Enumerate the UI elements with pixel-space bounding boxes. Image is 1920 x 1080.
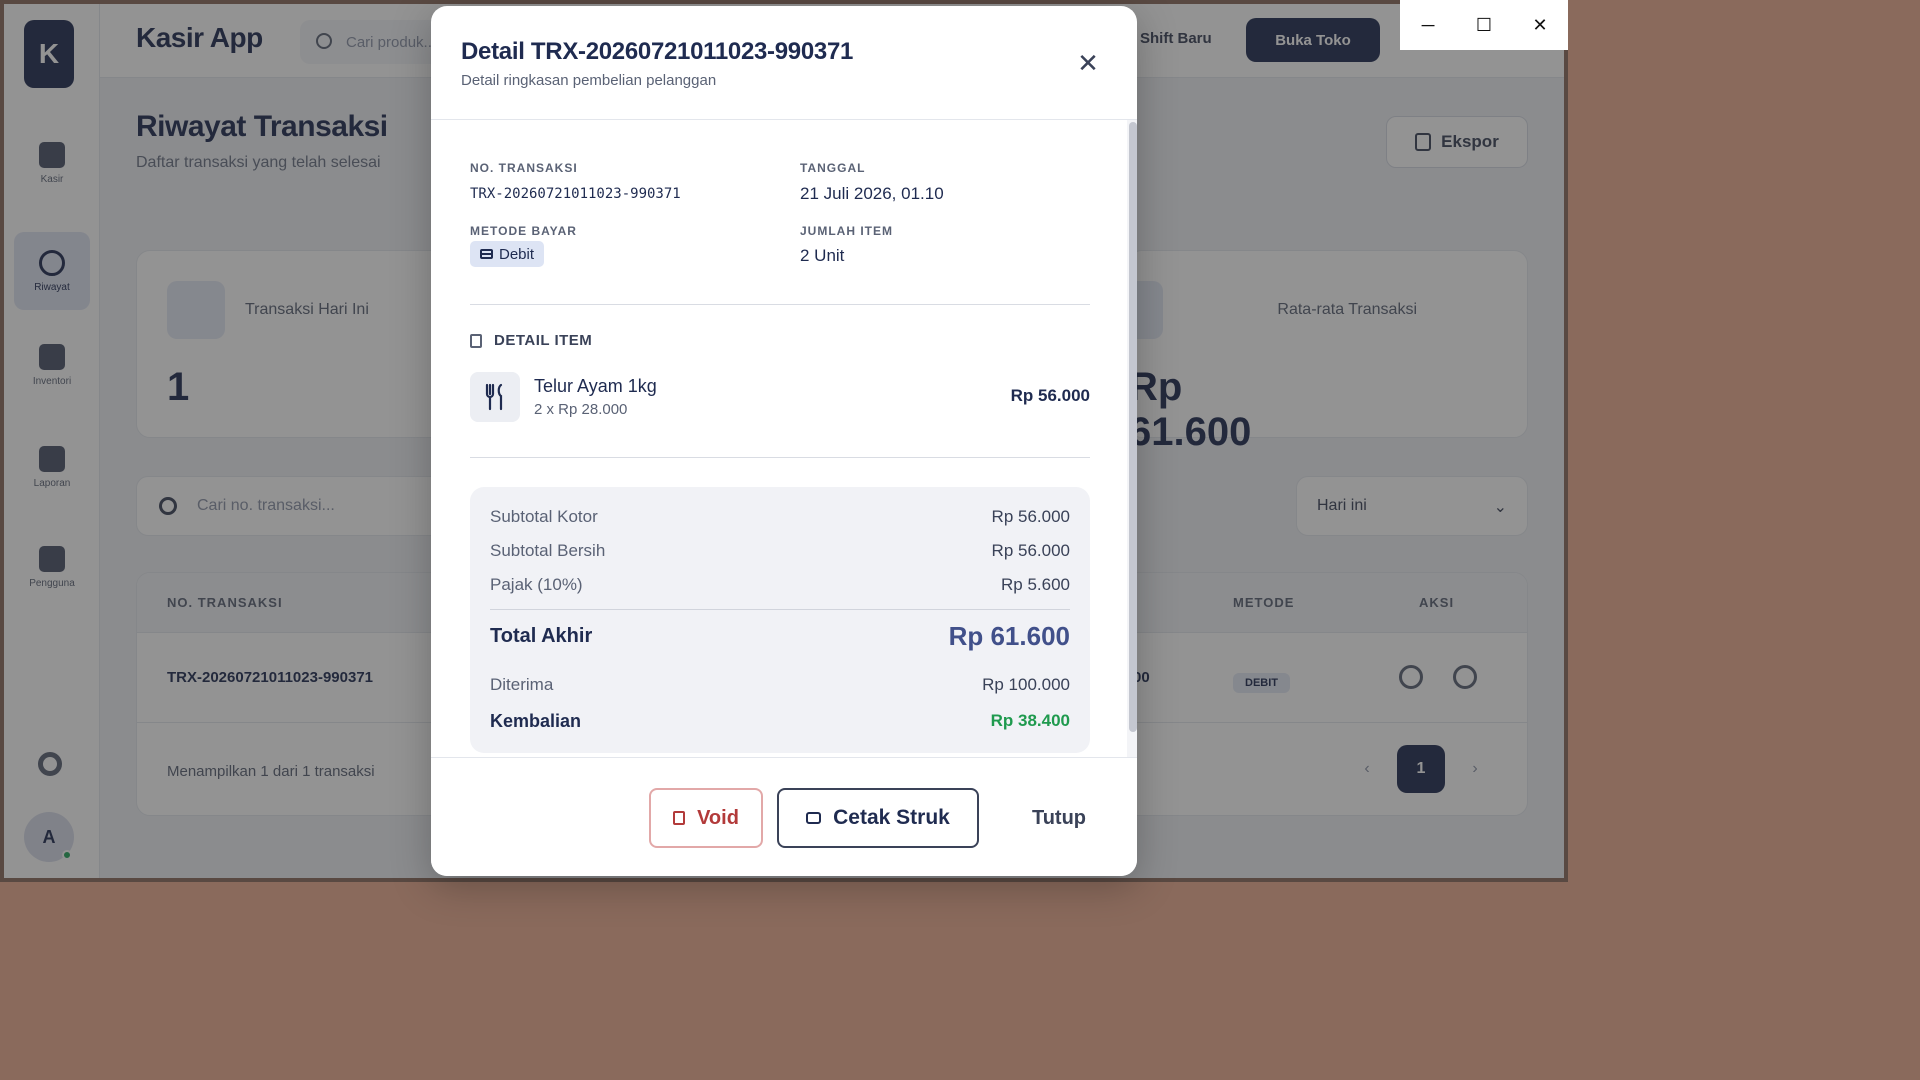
utensils-icon bbox=[470, 372, 520, 422]
total-label: Total Akhir bbox=[490, 625, 593, 647]
tax-row: Pajak (10%) Rp 5.600 bbox=[490, 575, 1070, 599]
net-subtotal-label: Subtotal Bersih bbox=[490, 541, 606, 560]
print-receipt-button[interactable]: Cetak Struk bbox=[777, 788, 979, 848]
modal-header: Detail TRX-20260721011023-990371 Detail … bbox=[431, 6, 1137, 120]
net-subtotal-value: Rp 56.000 bbox=[991, 541, 1070, 560]
transaction-no-value: TRX-20260721011023-990371 bbox=[470, 186, 681, 202]
close-button[interactable]: Tutup bbox=[1007, 788, 1111, 848]
item-count-label: JUMLAH ITEM bbox=[800, 224, 893, 238]
date-label: TANGGAL bbox=[800, 161, 866, 175]
void-icon bbox=[673, 811, 686, 825]
void-button-label: Void bbox=[697, 806, 739, 829]
net-subtotal-row: Subtotal Bersih Rp 56.000 bbox=[490, 541, 1070, 565]
gross-subtotal-row: Subtotal Kotor Rp 56.000 bbox=[490, 507, 1070, 531]
modal-title: Detail TRX-20260721011023-990371 bbox=[461, 38, 854, 65]
total-value: Rp 61.600 bbox=[948, 621, 1070, 651]
receipt-icon bbox=[470, 333, 482, 348]
credit-card-icon bbox=[480, 249, 493, 259]
item-section-heading: DETAIL ITEM bbox=[470, 332, 592, 349]
item-price: Rp 56.000 bbox=[1010, 386, 1090, 405]
payment-method-badge: Debit bbox=[470, 241, 545, 267]
close-icon[interactable]: ✕ bbox=[1073, 48, 1103, 78]
item-name: Telur Ayam 1kg bbox=[534, 376, 657, 396]
divider bbox=[470, 304, 1090, 305]
void-button[interactable]: Void bbox=[649, 788, 763, 848]
gross-subtotal-label: Subtotal Kotor bbox=[490, 507, 598, 526]
change-value: Rp 38.400 bbox=[990, 711, 1070, 730]
summary-divider bbox=[490, 609, 1070, 610]
change-label: Kembalian bbox=[490, 711, 582, 731]
received-row: Diterima Rp 100.000 bbox=[490, 675, 1070, 699]
date-value: 21 Juli 2026, 01.10 bbox=[800, 184, 944, 203]
transaction-no-label: NO. TRANSAKSI bbox=[470, 161, 578, 175]
gross-subtotal-value: Rp 56.000 bbox=[991, 507, 1070, 526]
payment-method-value: Debit bbox=[499, 245, 535, 263]
modal-scrollbar-thumb[interactable] bbox=[1129, 122, 1137, 732]
modal-scrollbar[interactable] bbox=[1127, 120, 1137, 757]
received-label: Diterima bbox=[490, 675, 554, 694]
window-controls: ─ ☐ ✕ bbox=[1400, 0, 1568, 50]
divider bbox=[470, 457, 1090, 458]
window-close-button[interactable]: ✕ bbox=[1512, 0, 1568, 50]
payment-method-label: METODE BAYAR bbox=[470, 224, 577, 238]
window-maximize-button[interactable]: ☐ bbox=[1456, 0, 1512, 50]
window-minimize-button[interactable]: ─ bbox=[1400, 0, 1456, 50]
modal-body: NO. TRANSAKSI TRX-20260721011023-990371 … bbox=[431, 120, 1137, 757]
payment-summary: Subtotal Kotor Rp 56.000 Subtotal Bersih… bbox=[470, 487, 1090, 753]
print-receipt-button-label: Cetak Struk bbox=[833, 806, 950, 829]
item-quantity: 2 x Rp 28.000 bbox=[534, 401, 628, 418]
modal-footer: Void Cetak Struk Tutup bbox=[431, 757, 1137, 876]
tax-label: Pajak (10%) bbox=[490, 575, 583, 594]
list-item: Telur Ayam 1kg 2 x Rp 28.000 Rp 56.000 bbox=[470, 372, 1090, 424]
item-section-title: DETAIL ITEM bbox=[494, 332, 593, 349]
tax-value: Rp 5.600 bbox=[1001, 575, 1070, 594]
printer-icon bbox=[806, 812, 822, 824]
received-value: Rp 100.000 bbox=[982, 675, 1070, 694]
transaction-detail-modal: Detail TRX-20260721011023-990371 Detail … bbox=[431, 6, 1137, 876]
modal-subtitle: Detail ringkasan pembelian pelanggan bbox=[461, 72, 717, 89]
item-count-value: 2 Unit bbox=[800, 246, 845, 265]
